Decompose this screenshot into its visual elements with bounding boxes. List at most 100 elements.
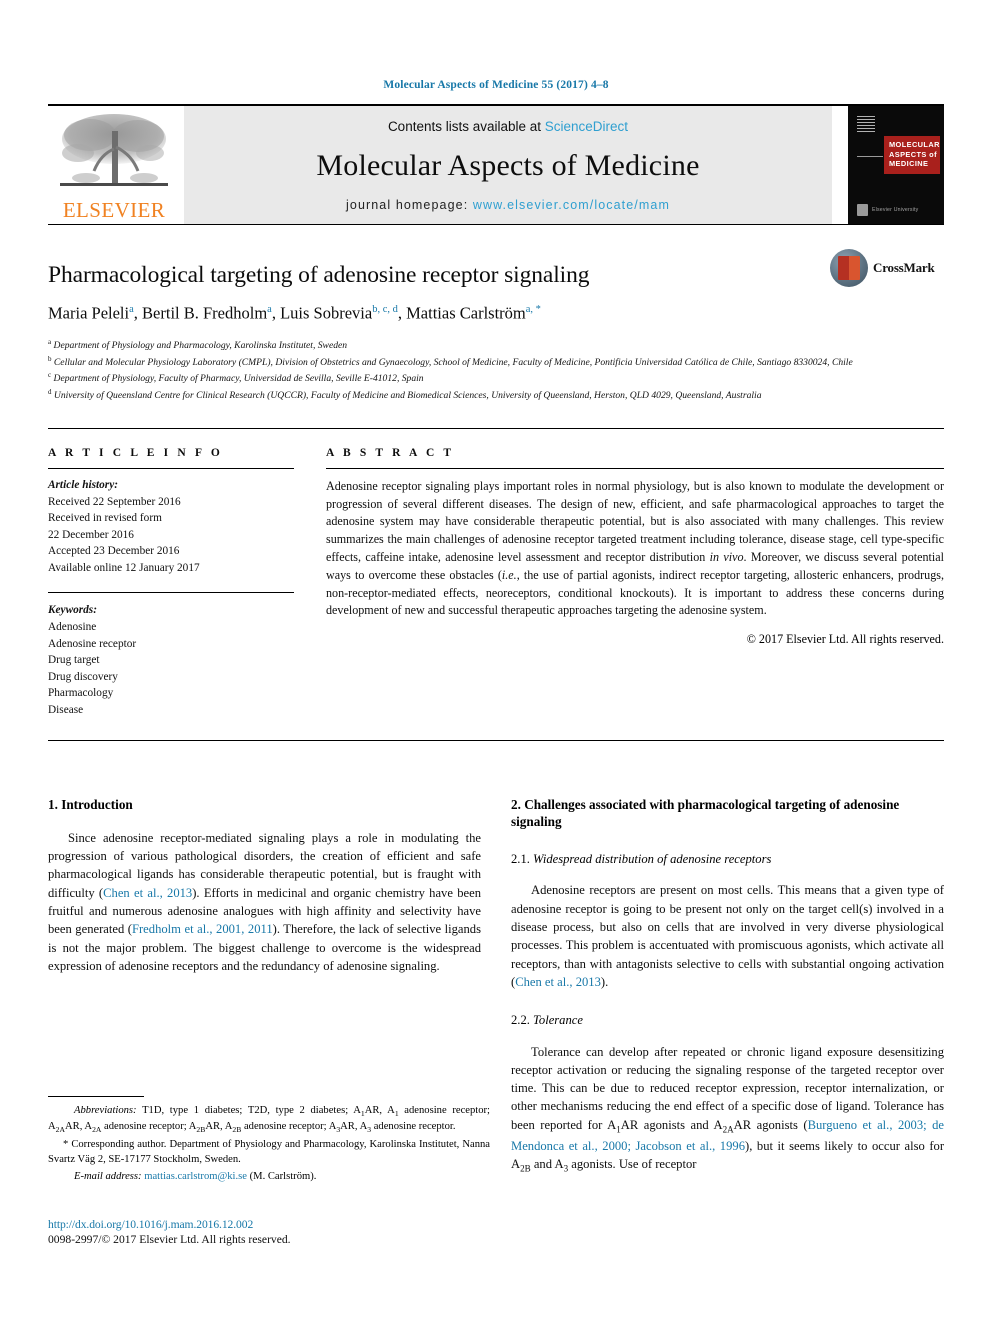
keyword-item: Drug target <box>48 654 100 667</box>
footnote-rule <box>48 1096 144 1097</box>
sciencedirect-link[interactable]: ScienceDirect <box>545 119 628 134</box>
affiliation-text: University of Queensland Centre for Clin… <box>53 390 762 402</box>
abstract-copyright: © 2017 Elsevier Ltd. All rights reserved… <box>746 632 944 647</box>
abbrev-sub-3: 2A <box>55 1124 65 1134</box>
doi-block: http://dx.doi.org/10.1016/j.mam.2016.12.… <box>48 1218 490 1246</box>
history-item: Received 22 September 2016 <box>48 495 181 508</box>
history-item: Available online 12 January 2017 <box>48 561 200 574</box>
affiliation-item: d University of Queensland Centre for Cl… <box>48 387 944 404</box>
abstract-heading: A B S T R A C T <box>326 446 455 459</box>
email-link[interactable]: mattias.carlstrom@ki.se <box>144 1171 247 1182</box>
keyword-item: Pharmacology <box>48 687 114 700</box>
homepage-link[interactable]: www.elsevier.com/locate/mam <box>473 198 670 212</box>
abbrev-g: adenosine receptor; A <box>241 1120 337 1132</box>
abbrev-b: AR, A <box>364 1105 395 1116</box>
citation-link[interactable]: Fredholm et al., 2001, 2011 <box>132 922 273 936</box>
abbreviations-label: Abbreviations: <box>74 1105 137 1116</box>
crossmark-badge[interactable]: CrossMark <box>830 240 935 296</box>
issn-copyright: 0098-2997/© 2017 Elsevier Ltd. All right… <box>48 1233 291 1246</box>
cover-title-line-3: MEDICINE <box>889 159 929 168</box>
affiliation-item: c Department of Physiology, Faculty of P… <box>48 370 944 387</box>
article-history-label: Article history: <box>48 478 118 491</box>
abbrev-h: AR, A <box>340 1120 368 1132</box>
affiliation-mark: c <box>48 371 52 380</box>
abstract-italic-1: in vivo <box>709 549 744 564</box>
abbrev-a: T1D, type 1 diabetes; T2D, type 2 diabet… <box>136 1105 361 1116</box>
affiliation-item: b Cellular and Molecular Physiology Labo… <box>48 354 944 371</box>
abbrev-sub-6: 2B <box>232 1124 242 1134</box>
article-history-block: Article history: Received 22 September 2… <box>48 477 294 577</box>
journal-cover-thumbnail: MOLECULAR ASPECTS of MEDICINE Elsevier U… <box>848 106 944 224</box>
author-name: Mattias Carlström <box>406 303 526 323</box>
masthead-center: Contents lists available at ScienceDirec… <box>184 106 832 224</box>
s22-text-c: AR agonists ( <box>733 1117 808 1132</box>
elsevier-wordmark: ELSEVIER <box>62 198 166 222</box>
title-area: CrossMark Pharmacological targeting of a… <box>48 225 944 404</box>
crossmark-icon <box>830 249 868 287</box>
keyword-item: Adenosine receptor <box>48 637 137 650</box>
abbrev-i: adenosine receptor. <box>371 1120 456 1132</box>
affiliation-list: a Department of Physiology and Pharmacol… <box>48 337 944 404</box>
cover-elsevier-mark-icon <box>857 115 875 132</box>
author-name: Bertil B. Fredholm <box>142 303 268 323</box>
keyword-item: Disease <box>48 704 84 717</box>
affiliation-mark: b <box>48 354 52 363</box>
s21-text-b: ). <box>600 974 609 989</box>
history-item: Received in revised form <box>48 512 162 525</box>
s22-sub-3: 2B <box>520 1163 531 1174</box>
citation-link[interactable]: Chen et al., 2013 <box>515 975 601 989</box>
affiliation-item: a Department of Physiology and Pharmacol… <box>48 337 944 354</box>
abbrev-sub-4: 2A <box>92 1124 102 1134</box>
cover-title-line-2: ASPECTS of <box>889 149 937 159</box>
author-name: Luis Sobrevia <box>280 303 373 323</box>
doi-link[interactable]: http://dx.doi.org/10.1016/j.mam.2016.12.… <box>48 1218 490 1231</box>
section-heading-1: 1. Introduction <box>48 796 133 812</box>
corresponding-author-footnote: * Corresponding author. Department of Ph… <box>48 1138 490 1165</box>
elsevier-tree-icon <box>60 114 168 186</box>
author-affil-mark[interactable]: a, * <box>526 304 541 315</box>
crossmark-label: CrossMark <box>873 260 935 275</box>
abbrev-f: AR, A <box>205 1120 233 1132</box>
section-2-2-paragraph: Tolerance can develop after repeated or … <box>511 1043 944 1176</box>
cover-title-box: MOLECULAR ASPECTS of MEDICINE <box>884 136 940 174</box>
keyword-item: Adenosine <box>48 621 97 634</box>
author-affil-mark[interactable]: a <box>267 304 272 315</box>
article-info-column: A R T I C L E I N F O Article history: R… <box>48 447 294 719</box>
journal-masthead: ELSEVIER Contents lists available at Sci… <box>48 106 944 224</box>
history-item: Accepted 23 December 2016 <box>48 545 180 558</box>
author-affil-mark[interactable]: a <box>129 304 134 315</box>
abstract-text: Adenosine receptor signaling plays impor… <box>326 478 944 620</box>
history-item: 22 December 2016 <box>48 528 134 541</box>
abbrev-d: AR, A <box>64 1120 93 1132</box>
keywords-label: Keywords: <box>48 604 97 617</box>
email-label: E-mail address: <box>74 1170 142 1182</box>
keyword-item: Drug discovery <box>48 670 118 683</box>
keywords-rule <box>48 592 294 594</box>
running-head: Molecular Aspects of Medicine 55 (2017) … <box>383 79 609 91</box>
contents-prefix: Contents lists available at <box>387 119 545 134</box>
affiliation-mark: d <box>48 388 52 397</box>
cover-footer-mark-icon <box>857 204 868 216</box>
abstract-italic-2: i.e. <box>501 567 517 582</box>
body-column-right: 2. Challenges associated with pharmacolo… <box>511 796 944 1176</box>
affiliation-text: Cellular and Molecular Physiology Labora… <box>53 356 853 368</box>
cover-rule <box>857 156 883 157</box>
cover-footer: Elsevier University <box>857 204 918 216</box>
info-bottom-rule <box>48 739 944 741</box>
article-info-heading: A R T I C L E I N F O <box>48 446 223 459</box>
s22-text-b: AR agonists and A <box>620 1117 723 1132</box>
contents-line: Contents lists available at ScienceDirec… <box>388 119 628 134</box>
keywords-block: Keywords: Adenosine Adenosine receptor D… <box>48 602 294 718</box>
email-footnote: E-mail address: mattias.carlstrom@ki.se … <box>48 1170 490 1185</box>
s22-text-e: and A <box>530 1156 564 1171</box>
section-heading-2: 2. Challenges associated with pharmacolo… <box>511 796 900 829</box>
subsection-heading-2-1: 2.1. Widespread distribution of adenosin… <box>511 851 944 867</box>
author-list: Maria Pelelia, Bertil B. Fredholma, Luis… <box>48 303 541 323</box>
journal-title: Molecular Aspects of Medicine <box>316 149 700 182</box>
author-affil-mark[interactable]: b, c, d <box>372 304 398 315</box>
cover-title-line-1: MOLECULAR <box>889 140 940 149</box>
s21-text-a: Adenosine receptors are present on most … <box>511 883 944 989</box>
section-1-paragraph: Since adenosine receptor-mediated signal… <box>48 829 481 976</box>
citation-link[interactable]: Chen et al., 2013 <box>103 886 192 900</box>
s22-text-f: agonists. Use of receptor <box>568 1156 697 1171</box>
